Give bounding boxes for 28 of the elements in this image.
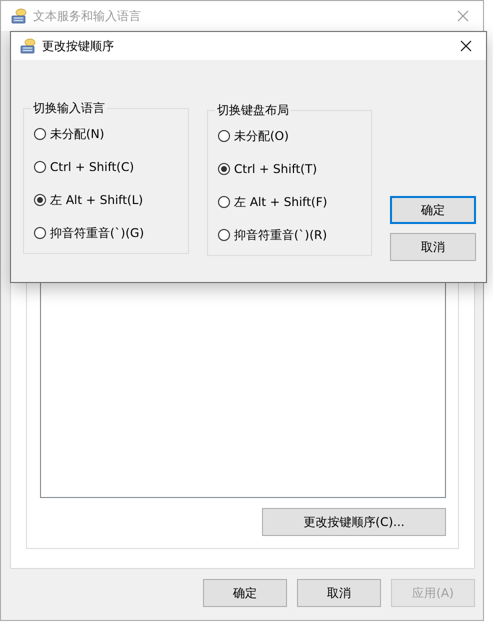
dialog-button[interactable]: 确定 [203,579,287,607]
radio-button[interactable] [34,194,46,206]
radio-label[interactable]: 未分配(O) [234,128,289,144]
radio-button[interactable] [34,128,46,140]
radio-label[interactable]: 抑音符重音(`)(R) [234,226,328,244]
close-icon[interactable] [460,40,472,52]
radio-label[interactable]: 左 Alt + Shift(L) [50,192,144,208]
change-key-sequence-button[interactable]: 更改按键顺序(C)... [262,508,446,536]
radio-label[interactable]: Ctrl + Shift(C) [50,160,134,174]
radio-button[interactable] [218,163,230,175]
radio-button[interactable] [218,130,230,142]
radio-label[interactable]: 抑音符重音(`)(G) [50,224,144,242]
group-title: 切换输入语言 [32,100,106,117]
dialog-button[interactable]: 取消 [297,579,381,607]
radio-label[interactable]: 未分配(N) [50,126,104,142]
radio-label[interactable]: 左 Alt + Shift(F) [234,194,328,210]
keyboard-icon [20,38,36,54]
window-title: 文本服务和输入语言 [33,8,142,24]
dialog-button[interactable]: 取消 [390,233,476,261]
radio-button[interactable] [218,229,230,241]
radio-button[interactable] [218,196,230,208]
dialog-button[interactable]: 确定 [390,196,476,224]
dialog-title: 更改按键顺序 [42,38,115,54]
radio-button[interactable] [34,161,46,173]
group-title: 切换键盘布局 [216,102,290,119]
radio-label[interactable]: Ctrl + Shift(T) [234,162,318,176]
keyboard-icon [11,8,27,24]
radio-button[interactable] [34,227,46,239]
